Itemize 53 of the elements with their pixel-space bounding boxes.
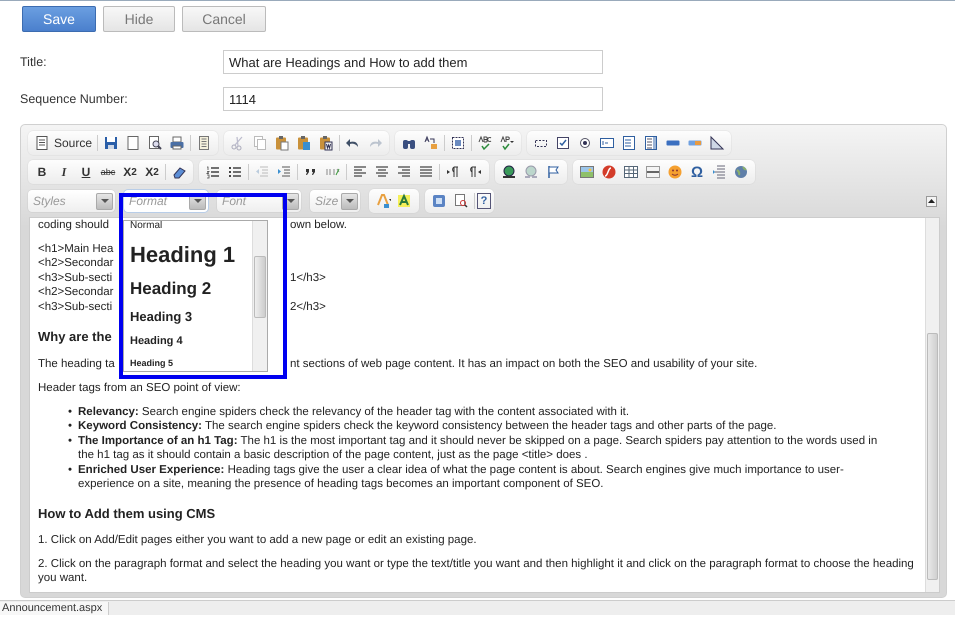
field-label: Sequence Number: [20, 92, 129, 106]
document-tab[interactable]: Announcement.aspx [0, 602, 110, 615]
section-heading: How to Add them using CMS [38, 506, 216, 520]
caret-icon [286, 198, 294, 204]
bullet-mark: • [68, 462, 74, 478]
scrollbar[interactable] [252, 221, 267, 371]
caret-icon [346, 198, 354, 204]
special-character-button[interactable]: Ω [686, 162, 708, 182]
bullet-item: Keyword Consistency: The search engine spiders check the keyword consistency between the header tags and other parts of the page. [78, 419, 778, 434]
text-line: <h3>Sub-secti [38, 270, 114, 285]
text-line: own below. [290, 218, 347, 232]
menu-item[interactable]: Normal [130, 221, 252, 231]
action-button[interactable]: Cancel [182, 6, 266, 32]
menu-item[interactable]: Heading 4 [130, 335, 252, 348]
scrollbar[interactable] [925, 218, 939, 592]
text-line: coding should [38, 218, 110, 232]
text-line: <h2>Secondar [38, 285, 114, 300]
caret-icon [100, 198, 108, 204]
text-line: nt sections of web page content. It has an impact on both the SEO and usability of your site. [290, 357, 758, 372]
menu-item[interactable]: Heading 3 [130, 309, 252, 324]
paragraph: Header tags from an SEO point of view: [38, 380, 242, 394]
bullet-mark: • [68, 434, 74, 448]
text-line: 1</h3> [290, 270, 326, 285]
text-line: 2</h3> [290, 300, 326, 314]
section-heading: Why are the [38, 328, 113, 346]
underline-button[interactable]: U [75, 162, 97, 182]
menu-item[interactable]: Heading 2 [130, 278, 252, 299]
text-field[interactable]: 1114 [223, 87, 603, 111]
bold-button[interactable]: B [31, 162, 53, 182]
menu-item[interactable]: Heading 1 [130, 242, 252, 268]
bullet-mark: • [68, 404, 74, 419]
caret-icon [194, 198, 202, 204]
field-label: Title: [20, 55, 48, 69]
text-line: The heading ta [38, 357, 116, 372]
text-line: <h2>Secondar [38, 256, 114, 270]
text-line: <h1>Main Hea [38, 242, 114, 256]
italic-button[interactable]: I [53, 162, 75, 182]
bullet-mark: • [68, 419, 74, 434]
bullet-item: Relevancy: Search engine spiders check the relevancy of the header tag with the content associated with it. [78, 404, 630, 419]
bullet-item: Enriched User Experience: Heading tags give the user a clear idea of what the page content is about. Search engines give much importance to user-experience on a site, meaning the presence of heading tags becomes an important component of SEO. [78, 462, 845, 492]
strikethrough-button[interactable]: abc [97, 162, 119, 182]
text-line: <h3>Sub-secti [38, 300, 114, 314]
text-field[interactable]: What are Headings and How to add them [223, 50, 603, 74]
caret-icon [928, 199, 935, 203]
source-button[interactable]: Source [31, 133, 96, 153]
bullet-item: The Importance of an h1 Tag: The h1 is the most important tag and it should never be skipped on a page. Search spiders pay attention to the words used in the h1 tag as it should contain a basic description of the page content, just as the page <title> does . [78, 434, 878, 462]
action-button[interactable]: Hide [103, 6, 175, 32]
document-icon [34, 135, 50, 151]
paragraph: 2. Click on the paragraph format and select the heading you want or type the text/title you want and then highlight it and click on the paragraph format to choose the heading you want. [38, 556, 915, 584]
menu-item[interactable]: Heading 5 [130, 358, 252, 371]
paragraph: 1. Click on Add/Edit pages either you want to add a new page or edit an existing page. [38, 532, 478, 546]
collapse-toolbar-button[interactable] [926, 196, 937, 206]
help-button[interactable]: ? [477, 193, 491, 209]
